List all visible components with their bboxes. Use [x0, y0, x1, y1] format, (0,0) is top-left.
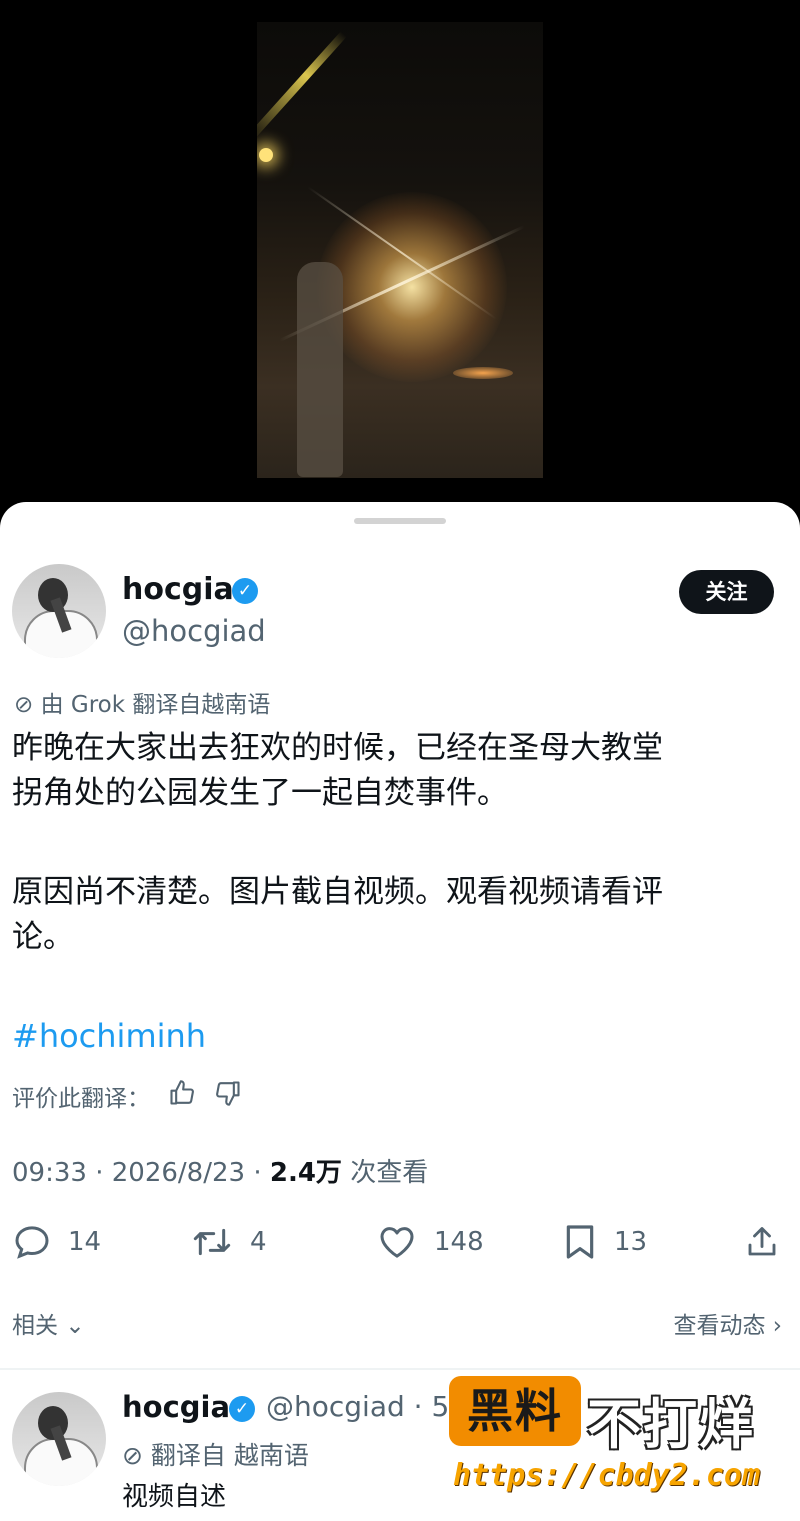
post-body-line: 论。 — [12, 919, 74, 955]
follow-button[interactable]: 关注 — [679, 570, 774, 614]
reply-meta[interactable]: @hocgiad · 5 — [266, 1390, 449, 1423]
reply-text: 视频自述 — [122, 1482, 227, 1512]
reply-avatar[interactable] — [12, 1392, 106, 1486]
chevron-right-icon: › — [772, 1313, 782, 1339]
bookmark-count: 13 — [614, 1227, 648, 1257]
author-handle[interactable]: @hocgiad — [122, 614, 266, 648]
fire-glow — [317, 192, 507, 382]
video-area — [0, 0, 800, 505]
rate-translation-row: 评价此翻译： — [12, 1077, 242, 1115]
share-icon — [748, 1227, 776, 1256]
post-body-paragraph-1: 昨晚在大家出去狂欢的时候，已经在圣母大教堂 拐角处的公园发生了一起自焚事件。 — [12, 726, 782, 816]
avatar[interactable] — [12, 564, 106, 658]
grok-icon: ⊘ — [14, 692, 34, 718]
thumb-down-icon[interactable] — [214, 1079, 242, 1113]
repost-icon — [193, 1228, 231, 1256]
thumb-up-icon[interactable] — [168, 1079, 196, 1113]
light-beam — [257, 31, 347, 141]
share-button[interactable] — [744, 1220, 796, 1264]
related-label: 相关 — [12, 1313, 58, 1339]
post-body-line: 昨晚在大家出去狂欢的时候，已经在圣母大教堂 — [12, 730, 663, 766]
view-label: 次查看 — [350, 1158, 429, 1188]
ground-fire — [453, 367, 513, 379]
bookmark-button[interactable]: 13 — [562, 1220, 647, 1264]
sheet-grabber[interactable] — [354, 518, 446, 524]
translation-note-text: 由 Grok 翻译自越南语 — [40, 692, 271, 718]
view-activity-label: 查看动态 — [673, 1313, 766, 1339]
repost-count: 4 — [250, 1227, 267, 1257]
author-name[interactable]: hocgia — [122, 572, 234, 607]
view-count: 2.4万 — [269, 1158, 342, 1188]
repost-button[interactable]: 4 — [190, 1220, 267, 1264]
watermark-badge: 黑料 — [449, 1376, 581, 1446]
chevron-down-icon: ⌄ — [65, 1313, 85, 1339]
reply-author-name[interactable]: hocgia — [122, 1390, 230, 1424]
post-body-line: 原因尚不清楚。图片截自视频。观看视频请看评 — [12, 874, 663, 910]
reply-translation-note: ⊘ 翻译自 越南语 — [122, 1436, 309, 1472]
related-toggle[interactable]: 相关 ⌄ — [12, 1313, 85, 1339]
watermark-title: 不打烊 — [587, 1393, 755, 1456]
reply-time: · 5 — [413, 1390, 450, 1423]
translation-note: ⊘ 由 Grok 翻译自越南语 — [14, 685, 270, 719]
meta-separator: · — [95, 1158, 112, 1188]
watermark-url: https://cbdy2.com — [453, 1458, 761, 1493]
reply-translation-text: 翻译自 越南语 — [150, 1441, 309, 1470]
rate-translation-label: 评价此翻译： — [12, 1086, 150, 1112]
reply-count: 14 — [68, 1227, 102, 1257]
video-thumbnail[interactable] — [257, 22, 543, 478]
action-bar: 14 4 148 13 — [0, 1220, 800, 1264]
post-date: 2026/8/23 — [111, 1158, 246, 1188]
like-button[interactable]: 148 — [376, 1220, 484, 1264]
like-count: 148 — [434, 1227, 484, 1257]
person-silhouette — [297, 262, 343, 477]
divider — [0, 1368, 800, 1370]
view-activity-link[interactable]: 查看动态 › — [673, 1306, 782, 1340]
reply-author-handle: @hocgiad — [266, 1390, 405, 1423]
reply-icon — [15, 1226, 49, 1259]
post-body-line: 拐角处的公园发生了一起自焚事件。 — [12, 775, 508, 811]
bookmark-icon — [566, 1225, 594, 1259]
watermark-overlay: 黑料 不打烊 https://cbdy2.com — [449, 1374, 789, 1504]
street-lamp — [259, 148, 273, 162]
post-body-paragraph-2: 原因尚不清楚。图片截自视频。观看视频请看评 论。 — [12, 870, 782, 960]
meta-separator: · — [253, 1158, 270, 1188]
hashtag-link[interactable]: #hochiminh — [12, 1017, 206, 1055]
verified-badge-icon: ✓ — [232, 578, 258, 604]
post-sheet: hocgia ✓ @hocgiad 关注 ⊘ 由 Grok 翻译自越南语 昨晚在… — [0, 502, 800, 1521]
post-time: 09:33 — [12, 1158, 87, 1188]
grok-icon: ⊘ — [122, 1441, 151, 1470]
related-row: 相关 ⌄ 查看动态 › — [12, 1306, 782, 1340]
heart-icon — [380, 1227, 414, 1258]
verified-badge-icon: ✓ — [229, 1396, 255, 1422]
post-meta: 09:33 · 2026/8/23 · 2.4万 次查看 — [12, 1152, 428, 1189]
reply-button[interactable]: 14 — [12, 1220, 101, 1264]
